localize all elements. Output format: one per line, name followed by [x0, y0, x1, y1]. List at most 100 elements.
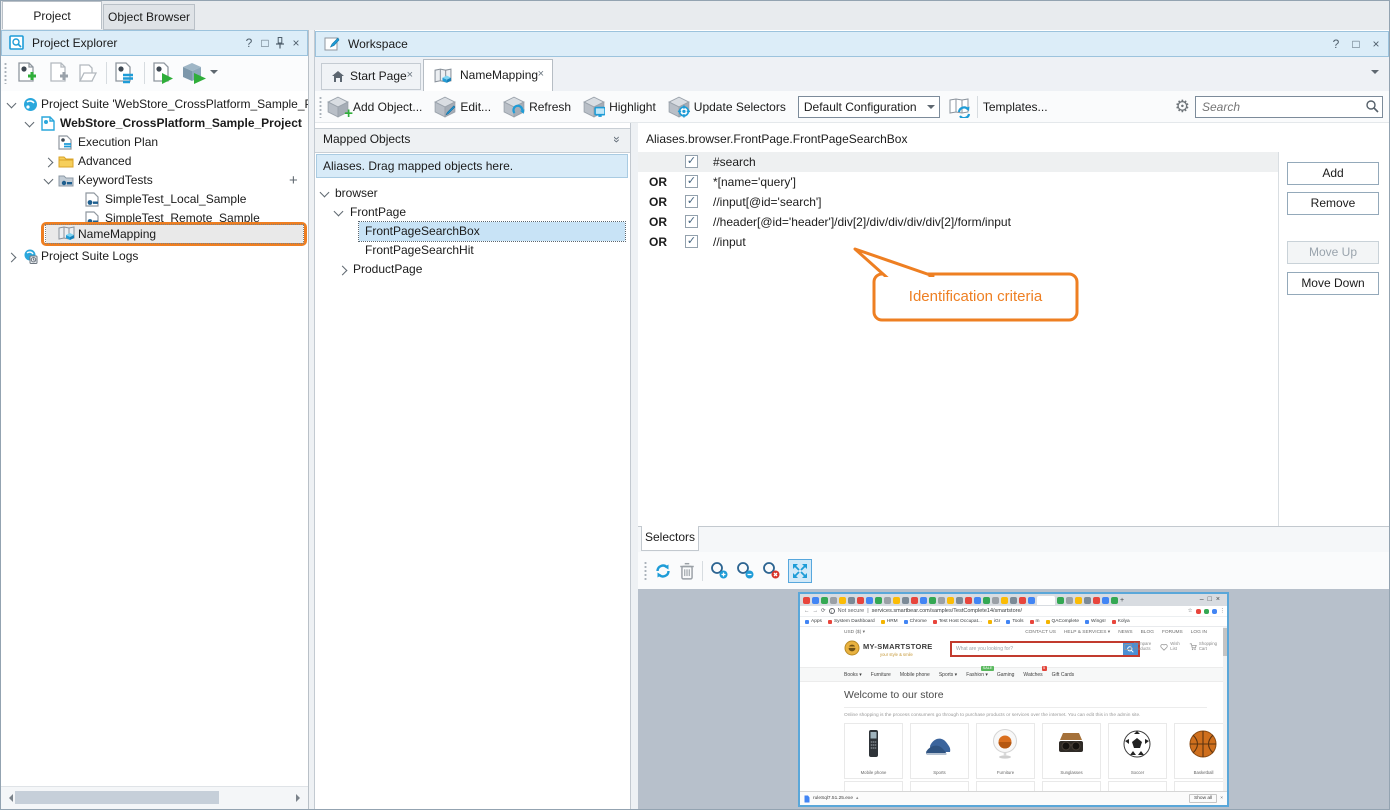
- checkbox[interactable]: ✓: [685, 195, 698, 208]
- toolbar-grip[interactable]: [4, 62, 7, 84]
- chevron-down-icon[interactable]: [320, 188, 330, 198]
- highlight-button[interactable]: Highlight: [583, 96, 656, 118]
- chevron-right-icon[interactable]: [338, 266, 348, 276]
- object-screenshot[interactable]: + –□× ← → ⟳ i Not secure | services.smar…: [798, 592, 1229, 807]
- tab-object-browser[interactable]: Object Browser: [103, 4, 195, 30]
- update-selectors-button[interactable]: Update Selectors: [668, 96, 786, 118]
- selector-row[interactable]: OR ✓ //input[@id='search']: [638, 192, 1278, 212]
- tab-overflow-icon[interactable]: [1371, 70, 1379, 78]
- mobile-phone-image: [856, 727, 890, 761]
- product-card: Sports: [910, 723, 969, 779]
- chevron-down-icon[interactable]: [334, 207, 344, 217]
- templates-button[interactable]: Templates...: [983, 100, 1048, 114]
- edit-button[interactable]: Edit...: [434, 96, 491, 118]
- scrollbar-thumb[interactable]: [15, 791, 219, 804]
- tab-namemapping[interactable]: NameMapping ×: [423, 59, 553, 91]
- product-grid: Mobile phone Sports: [844, 723, 1223, 779]
- new-project-icon[interactable]: [14, 61, 38, 85]
- basketball-image: [1186, 727, 1220, 761]
- search-input[interactable]: [1200, 98, 1364, 116]
- add-item-icon[interactable]: [46, 61, 70, 85]
- move-up-button[interactable]: Move Up: [1287, 241, 1379, 264]
- checkbox[interactable]: ✓: [685, 175, 698, 188]
- checkbox[interactable]: ✓: [685, 155, 698, 168]
- selector-row[interactable]: OR ✓ //header[@id='header']/div[2]/div/d…: [638, 212, 1278, 232]
- namemapping-icon: [434, 68, 452, 84]
- store-search-placeholder: What are you looking for?: [956, 646, 1013, 652]
- tree-item-project-suite[interactable]: Project Suite 'WebStore_CrossPlatform_Sa…: [1, 95, 308, 114]
- tree-item-frontpagesearchbox[interactable]: FrontPageSearchBox: [315, 222, 629, 241]
- tab-start-page[interactable]: Start Page ×: [321, 63, 421, 90]
- horizontal-scrollbar[interactable]: [1, 786, 308, 809]
- mapped-object-path: Aliases.browser.FrontPage.FrontPageSearc…: [638, 128, 1389, 150]
- run-dropdown-icon[interactable]: [210, 70, 218, 78]
- zoom-reset-icon[interactable]: [762, 561, 781, 580]
- maximize-icon[interactable]: □: [1348, 32, 1364, 56]
- toolbar-separator: [977, 96, 978, 118]
- workspace-panel: Workspace ? □ × Start Page × NameMapping…: [315, 30, 1389, 809]
- move-down-button[interactable]: Move Down: [1287, 272, 1379, 295]
- configuration-select[interactable]: Default Configuration: [798, 96, 940, 118]
- update-mapping-icon[interactable]: [948, 96, 972, 118]
- checkbox[interactable]: ✓: [685, 215, 698, 228]
- refresh-icon[interactable]: [654, 562, 672, 580]
- collapse-icon[interactable]: »: [606, 136, 627, 143]
- gear-icon[interactable]: ⚙: [1175, 97, 1190, 117]
- close-tab-icon[interactable]: ×: [407, 69, 413, 81]
- checkbox[interactable]: ✓: [685, 235, 698, 248]
- zoom-in-icon[interactable]: [710, 561, 729, 580]
- aliases-drop-area[interactable]: Aliases. Drag mapped objects here.: [316, 154, 628, 178]
- tree-item-advanced[interactable]: Advanced: [1, 152, 308, 171]
- tree-item-namemapping[interactable]: NameMapping: [46, 225, 303, 243]
- scroll-right-icon[interactable]: [296, 794, 304, 802]
- fit-to-screen-icon[interactable]: [788, 559, 812, 583]
- download-filename: ruleSql7.51.25.exe: [813, 796, 853, 801]
- tree-item-simpletest-local[interactable]: SimpleTest_Local_Sample: [1, 190, 308, 209]
- tree-item-project-suite-logs[interactable]: Project Suite Logs: [1, 247, 308, 266]
- tree-item-frontpagesearchhit[interactable]: FrontPageSearchHit: [315, 241, 629, 260]
- browser-window-controls: –□×: [1200, 594, 1224, 605]
- refresh-button[interactable]: Refresh: [503, 96, 571, 118]
- selector-row[interactable]: OR ✓ *[name='query']: [638, 172, 1278, 192]
- tab-selectors[interactable]: Selectors: [641, 526, 699, 551]
- chevron-down-icon[interactable]: [7, 99, 17, 109]
- tree-item-frontpage[interactable]: FrontPage: [315, 203, 629, 222]
- remove-button[interactable]: Remove: [1287, 192, 1379, 215]
- chevron-down-icon[interactable]: [25, 118, 35, 128]
- chevron-down-icon[interactable]: [44, 175, 54, 185]
- add-test-plus-icon[interactable]: +: [289, 171, 298, 190]
- help-icon[interactable]: ?: [241, 31, 257, 55]
- scroll-left-icon[interactable]: [5, 794, 13, 802]
- project-suite-icon: [23, 97, 39, 112]
- tab-project-workspace[interactable]: Project Workspace: [2, 1, 102, 29]
- add-button[interactable]: Add: [1287, 162, 1379, 185]
- selector-row[interactable]: ✓ #search: [638, 152, 1278, 172]
- close-icon[interactable]: ×: [1368, 32, 1384, 56]
- panel-splitter[interactable]: [631, 123, 638, 809]
- search-box[interactable]: [1195, 96, 1383, 118]
- pin-icon[interactable]: [272, 31, 288, 55]
- tree-item-productpage[interactable]: ProductPage: [315, 260, 629, 279]
- execution-plan-icon[interactable]: [112, 61, 136, 85]
- info-icon: i: [829, 608, 835, 614]
- tree-item-keywordtests[interactable]: KeywordTests +: [1, 171, 308, 190]
- tree-item-project[interactable]: WebStore_CrossPlatform_Sample_Project: [1, 114, 308, 133]
- testcomplete-window: Project Workspace Object Browser Project…: [0, 0, 1390, 810]
- zoom-out-icon[interactable]: [736, 561, 755, 580]
- close-tab-icon[interactable]: ×: [538, 68, 544, 80]
- toolbar-grip[interactable]: [644, 561, 647, 581]
- maximize-icon[interactable]: □: [257, 31, 273, 55]
- chevron-right-icon[interactable]: [7, 253, 17, 263]
- help-icon[interactable]: ?: [1328, 32, 1344, 56]
- toolbar-grip[interactable]: [319, 96, 322, 118]
- delete-icon[interactable]: [679, 562, 695, 580]
- run-project-suite-icon[interactable]: [181, 61, 205, 85]
- open-item-icon[interactable]: [75, 61, 99, 85]
- close-icon[interactable]: ×: [288, 31, 304, 55]
- product-card: Soccer: [1108, 723, 1167, 779]
- add-object-button[interactable]: + Add Object...: [327, 96, 422, 118]
- run-project-icon[interactable]: [150, 61, 174, 85]
- tree-item-browser[interactable]: browser: [315, 184, 629, 203]
- chevron-right-icon[interactable]: [44, 158, 54, 168]
- tree-item-execution-plan[interactable]: Execution Plan: [1, 133, 308, 152]
